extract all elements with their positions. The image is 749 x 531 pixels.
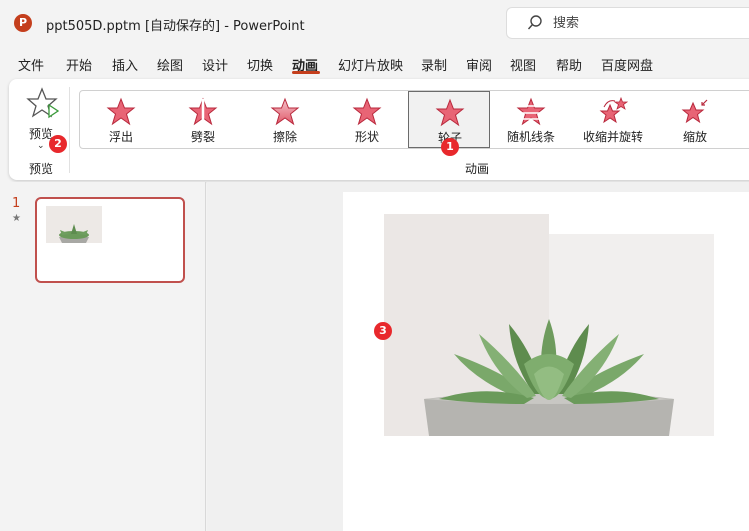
wheel-star-icon (435, 98, 465, 127)
menu-slideshow[interactable]: 幻灯片放映 (338, 55, 403, 74)
zoom-star-icon (681, 99, 708, 124)
succulent-thumbnail-image (46, 206, 102, 243)
float-in-star-icon (106, 97, 136, 126)
chevron-down-icon[interactable]: ⌄ (37, 141, 45, 151)
animation-split[interactable]: 劈裂 (162, 91, 244, 148)
step-badge-3: 3 (374, 322, 392, 340)
animation-shrink-turn[interactable]: 收缩并旋转 (572, 91, 654, 148)
animation-group-label: 动画 (465, 162, 490, 176)
menu-record[interactable]: 录制 (421, 55, 447, 74)
menu-transitions[interactable]: 切换 (247, 55, 273, 74)
split-star-icon (188, 97, 218, 126)
title-bar: P ppt505D.pptm [自动保存的] - PowerPoint (0, 0, 749, 48)
step-badge-2: 2 (49, 135, 67, 153)
preview-group-label: 预览 (29, 162, 54, 176)
search-input[interactable] (553, 14, 733, 32)
menu-insert[interactable]: 插入 (112, 55, 138, 74)
animation-shape[interactable]: 形状 (326, 91, 408, 148)
menu-draw[interactable]: 绘图 (157, 55, 183, 74)
search-icon (527, 15, 542, 30)
menu-design[interactable]: 设计 (202, 55, 228, 74)
slide-thumbnails-pane: 1 ★ (0, 182, 206, 531)
animation-zoom[interactable]: 缩放 (654, 91, 736, 148)
search-box[interactable] (506, 7, 749, 39)
group-divider (69, 87, 70, 173)
menu-review[interactable]: 审阅 (466, 55, 492, 74)
shrink-turn-star-icon (599, 97, 628, 124)
menu-baidu-netdisk[interactable]: 百度网盘 (601, 55, 653, 74)
succulent-photo[interactable] (384, 214, 714, 436)
wipe-star-icon (270, 97, 300, 126)
menu-help[interactable]: 帮助 (556, 55, 582, 74)
menu-home[interactable]: 开始 (66, 55, 92, 74)
menu-file[interactable]: 文件 (18, 55, 44, 74)
active-tab-indicator (292, 71, 320, 74)
powerpoint-logo-icon: P (14, 14, 32, 32)
slide-thumbnail[interactable] (35, 197, 185, 283)
random-bars-star-icon (516, 97, 546, 126)
animation-gallery: 浮出 劈裂 擦除 形状 轮子 (79, 90, 749, 149)
ribbon: 预览 ⌄ 预览 浮出 劈裂 擦除 形状 随机线条 收缩并旋转 缩放 动画 (9, 79, 749, 180)
animation-wipe[interactable]: 擦除 (244, 91, 326, 148)
animation-random-bars[interactable]: 随机线条 (490, 91, 572, 148)
animation-marker-icon: ★ (12, 213, 21, 224)
shape-star-icon (352, 97, 382, 126)
animation-float-in[interactable]: 浮出 (80, 91, 162, 148)
slide-number: 1 (12, 196, 21, 211)
menu-view[interactable]: 视图 (510, 55, 536, 74)
step-badge-1: 1 (441, 138, 459, 156)
preview-star-icon (26, 87, 59, 119)
menu-bar: 文件 开始 插入 绘图 设计 切换 动画 幻灯片放映 录制 审阅 视图 帮助 百… (0, 50, 749, 78)
document-title: ppt505D.pptm [自动保存的] - PowerPoint (46, 19, 305, 34)
